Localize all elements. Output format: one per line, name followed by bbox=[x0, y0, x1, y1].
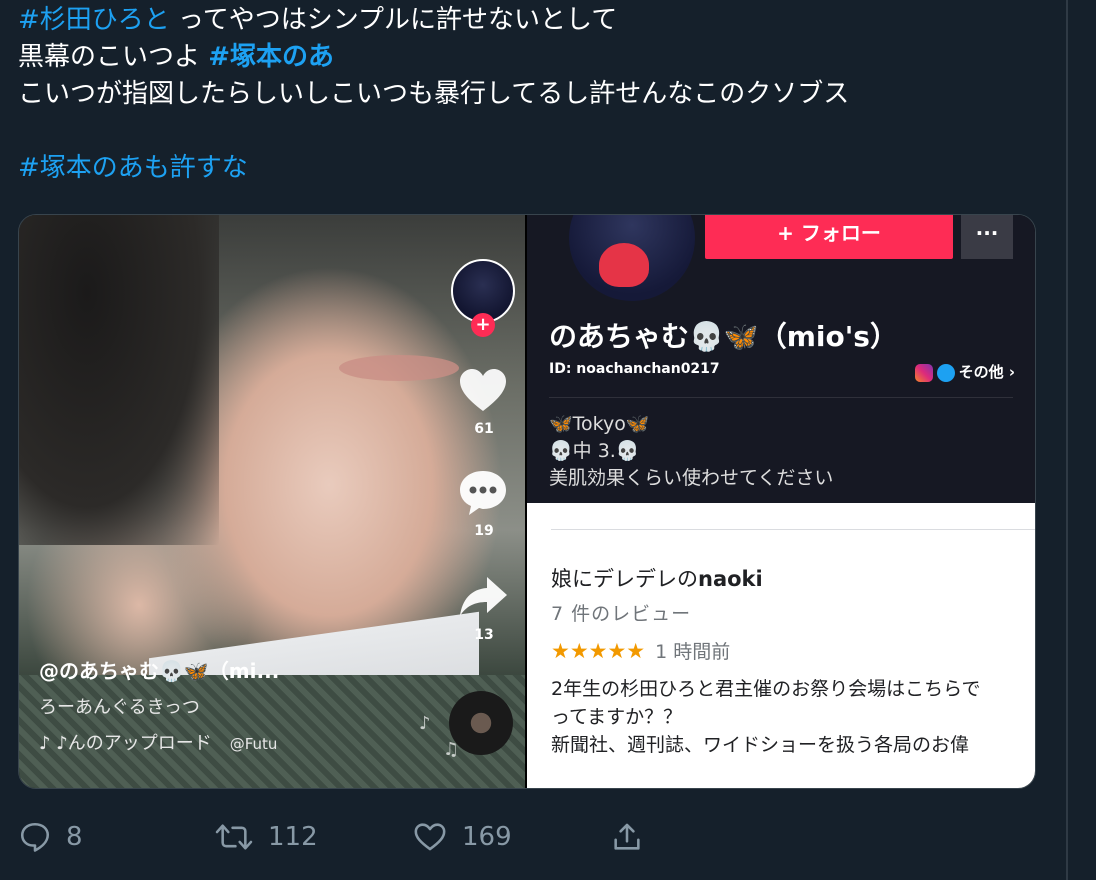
like-count: 61 bbox=[474, 421, 494, 437]
hashtag-link-tsukamoto-2[interactable]: #塚本のあも許すな bbox=[18, 153, 248, 183]
reply-button[interactable]: 8 bbox=[18, 812, 83, 862]
like-button[interactable]: 169 bbox=[412, 812, 512, 862]
comment-count: 19 bbox=[474, 523, 494, 539]
other-links-label: その他 › bbox=[958, 363, 1015, 381]
share-count: 13 bbox=[474, 627, 494, 643]
share-icon bbox=[460, 577, 507, 616]
review-line: 2年生の杉田ひろと君主催のお祭り会場はこちらで bbox=[551, 678, 981, 700]
video-sound: ♪ ♪んのアップロード @Futu bbox=[39, 729, 277, 755]
review-count: 7 件のレビュー bbox=[551, 603, 692, 625]
share-tweet-icon bbox=[614, 823, 640, 850]
video-username: @のあちゃむ💀🦋（mi... bbox=[39, 659, 280, 683]
profile-name: のあちゃむ💀🦋（mio's） bbox=[549, 320, 898, 353]
profile-divider bbox=[549, 397, 1013, 398]
star-rating: ★★★★★ 1 時間前 bbox=[551, 637, 730, 664]
reviewer-name: 娘にデレデレのnaoki bbox=[551, 563, 763, 593]
tweet-text-segment: ってやつはシンプルに許せないとして bbox=[169, 5, 618, 35]
tiktok-video-screenshot: + 61 19 13 ♪ ♫ @のあちゃむ💀🦋（mi... ろーあんぐるきっつ … bbox=[19, 215, 525, 788]
review-line: 新聞社、週刊誌、ワイドショーを扱う各局のお偉 bbox=[551, 734, 970, 756]
tweet-text: #杉田ひろと ってやつはシンプルに許せないとして 黒幕のこいつよ #塚本のあ こ… bbox=[18, 2, 1058, 187]
tweet-text-segment: 黒幕のこいつよ bbox=[18, 42, 209, 72]
hashtag-text: #塚本のあ bbox=[18, 153, 144, 183]
follow-button: + フォロー bbox=[705, 215, 953, 259]
stars-icon: ★★★★★ bbox=[551, 639, 646, 663]
bio-line: 💀中 3.💀 bbox=[549, 440, 640, 462]
bio-line: 美肌効果くらい使わせてください bbox=[549, 467, 834, 489]
tweet-line-1: #杉田ひろと ってやつはシンプルに許せないとして bbox=[18, 2, 1058, 39]
comment-icon bbox=[460, 471, 506, 515]
profile-bio: 🦋Tokyo🦋 💀中 3.💀 美肌効果くらい使わせてください bbox=[549, 411, 833, 492]
profile-links: その他 › bbox=[914, 361, 1015, 382]
profile-id: ID: noachanchan0217 bbox=[549, 361, 720, 377]
tweet-actions: 8 112 169 bbox=[18, 812, 718, 862]
sound-handle: @Futu bbox=[229, 735, 278, 753]
tiktok-profile-screenshot: + フォロー ··· のあちゃむ💀🦋（mio's） ID: noachancha… bbox=[527, 215, 1035, 503]
sound-text: ♪ ♪んのアップロード bbox=[39, 733, 212, 754]
follow-plus-icon: + bbox=[471, 313, 495, 337]
avatar-heart-sticker bbox=[599, 243, 649, 287]
reply-icon bbox=[20, 822, 50, 852]
share-tweet-button[interactable] bbox=[610, 812, 658, 862]
review-line: ってますか？？ bbox=[551, 706, 683, 728]
bio-line: 🦋Tokyo🦋 bbox=[549, 413, 650, 435]
reply-count: 8 bbox=[66, 822, 83, 852]
tweet-line-2: 黒幕のこいつよ #塚本のあ bbox=[18, 39, 1058, 76]
reviewer-name-bold: naoki bbox=[698, 567, 763, 591]
google-review-screenshot: 娘にデレデレのnaoki 7 件のレビュー ★★★★★ 1 時間前 2年生の杉田ひ… bbox=[527, 503, 1035, 788]
like-heart-icon bbox=[414, 823, 446, 851]
instagram-icon bbox=[914, 363, 933, 382]
review-divider bbox=[551, 529, 1035, 530]
retweet-count: 112 bbox=[268, 822, 318, 852]
like-count: 169 bbox=[462, 822, 512, 852]
video-face-detail bbox=[339, 355, 459, 381]
twitter-icon bbox=[936, 363, 955, 382]
review-time: 1 時間前 bbox=[655, 641, 731, 663]
hashtag-text-rest: も許すな bbox=[143, 153, 248, 183]
hashtag-link-sugita[interactable]: #杉田ひろと bbox=[18, 5, 170, 35]
tweet-line-3: こいつが指図したらしいしこいつも暴行してるし許せんなこのクソブス bbox=[18, 79, 850, 109]
music-disc-icon bbox=[449, 691, 513, 755]
tweet-media-image[interactable]: + 61 19 13 ♪ ♫ @のあちゃむ💀🦋（mi... ろーあんぐるきっつ … bbox=[18, 214, 1036, 789]
review-body: 2年生の杉田ひろと君主催のお祭り会場はこちらで ってますか？？ 新聞社、週刊誌、… bbox=[551, 675, 1035, 759]
video-hair-area bbox=[19, 215, 219, 545]
retweet-button[interactable]: 112 bbox=[214, 812, 318, 862]
more-options-button: ··· bbox=[961, 215, 1013, 259]
retweet-icon bbox=[215, 824, 253, 850]
video-description: ろーあんぐるきっつ bbox=[39, 697, 200, 718]
tweet-line-4: #塚本のあも許すな bbox=[18, 150, 1058, 187]
heart-icon bbox=[460, 369, 506, 411]
reviewer-name-prefix: 娘にデレデレの bbox=[551, 567, 698, 591]
music-note-icon: ♪ bbox=[419, 713, 431, 734]
timeline-border bbox=[1066, 0, 1068, 880]
hashtag-link-tsukamoto[interactable]: #塚本のあ bbox=[208, 42, 334, 72]
